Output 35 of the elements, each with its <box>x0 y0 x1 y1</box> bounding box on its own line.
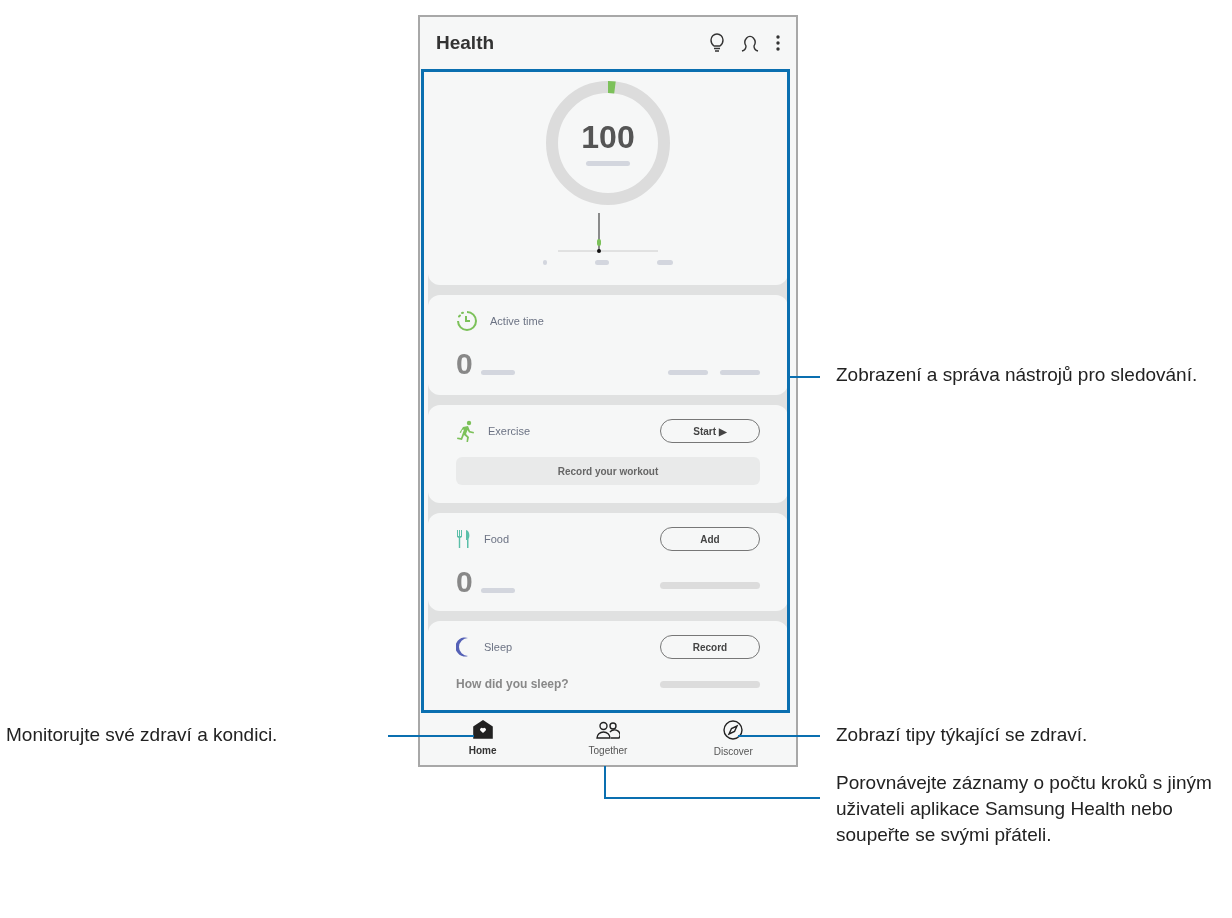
card-title: Active time <box>490 313 545 329</box>
card-title: Sleep <box>484 639 514 655</box>
card-value: 0 <box>456 349 473 379</box>
more-options-icon[interactable] <box>776 35 780 51</box>
profile-icon[interactable] <box>740 33 760 53</box>
lightbulb-icon[interactable] <box>710 33 724 53</box>
exercise-button[interactable]: Start ▶ <box>660 419 760 443</box>
blurred-text <box>480 588 515 593</box>
blurred-text <box>480 370 515 375</box>
nav-tab[interactable]: Together <box>545 720 671 758</box>
blurred-text <box>668 370 708 375</box>
leader-line <box>790 376 820 378</box>
running-person-icon <box>456 420 476 442</box>
callout-text: Monitorujte své zdraví a kondici. <box>6 723 279 747</box>
timer-icon <box>456 310 478 332</box>
blurred-text <box>595 260 609 265</box>
blurred-text <box>586 160 630 166</box>
app-title: Health <box>436 30 496 55</box>
card-value: 0 <box>456 567 473 597</box>
sleep-button[interactable]: Record <box>660 635 760 659</box>
blurred-text <box>657 260 673 265</box>
food-button[interactable]: Add <box>660 527 760 551</box>
card-title: Exercise <box>488 423 532 439</box>
callout-text: Porovnávejte záznamy o počtu kroků s jiným uživateli aplikace Samsung Health nebo soupeřte se svými přáteli. <box>836 771 1213 847</box>
fork-knife-icon <box>456 529 472 549</box>
sleep-question: How did you sleep? <box>456 676 570 693</box>
nav-tab[interactable]: Discover <box>670 719 796 759</box>
nav-tab[interactable]: Home <box>420 720 546 758</box>
blurred-text <box>720 370 760 375</box>
record-workout-button[interactable]: Record your workout <box>456 457 760 485</box>
steps-count: 100 <box>581 120 635 153</box>
card-title: Food <box>484 531 511 547</box>
blurred-text <box>543 260 547 265</box>
callout-text: Zobrazí tipy týkající se zdraví. <box>836 723 1089 747</box>
callout-text: Zobrazení a správa nástrojů pro sledování. <box>836 363 1199 387</box>
